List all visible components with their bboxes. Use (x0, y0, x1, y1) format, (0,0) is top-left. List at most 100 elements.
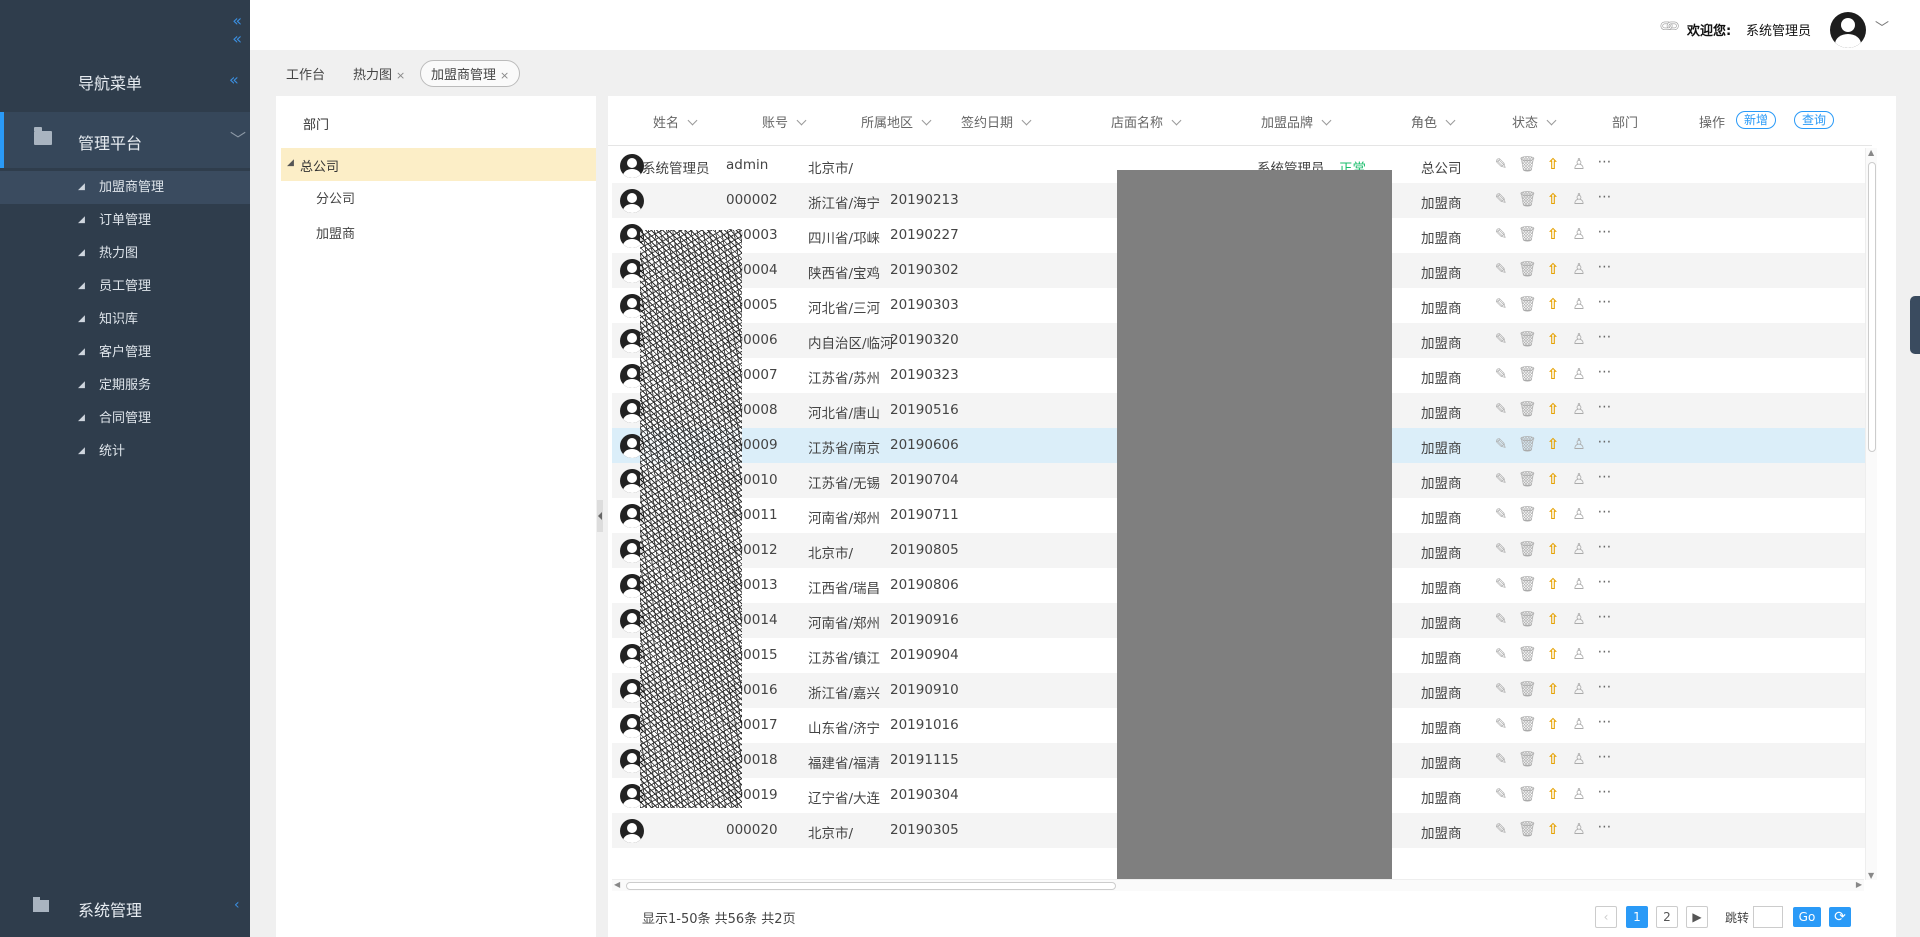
trash-icon[interactable]: 🗑︎ (1518, 330, 1537, 350)
user-icon[interactable]: ♙ (1570, 470, 1588, 490)
sidebar-item[interactable]: ◢ 定期服务 (0, 369, 250, 402)
trash-icon[interactable]: 🗑︎ (1518, 260, 1537, 280)
trash-icon[interactable]: 🗑︎ (1518, 225, 1537, 245)
user-icon[interactable]: ♙ (1570, 820, 1588, 840)
edit-icon[interactable]: ✎ (1492, 330, 1510, 350)
arrow-up-icon[interactable]: ⇧ (1544, 470, 1562, 490)
arrow-up-icon[interactable]: ⇧ (1544, 575, 1562, 595)
edit-icon[interactable]: ✎ (1492, 155, 1510, 175)
edit-icon[interactable]: ✎ (1492, 435, 1510, 455)
user-icon[interactable]: ♙ (1570, 435, 1588, 455)
page-2[interactable]: 2 (1656, 906, 1678, 928)
more-icon[interactable]: ⋯ (1596, 259, 1614, 279)
arrow-up-icon[interactable]: ⇧ (1544, 610, 1562, 630)
tree-node-branch[interactable]: 分公司 (316, 188, 355, 207)
tree-node-franchisee[interactable]: 加盟商 (316, 223, 355, 242)
more-icon[interactable]: ⋯ (1596, 189, 1614, 209)
arrow-up-icon[interactable]: ⇧ (1544, 295, 1562, 315)
panel-splitter[interactable] (597, 500, 603, 532)
edit-icon[interactable]: ✎ (1492, 295, 1510, 315)
more-icon[interactable]: ⋯ (1596, 784, 1614, 804)
edit-icon[interactable]: ✎ (1492, 645, 1510, 665)
trash-icon[interactable]: 🗑︎ (1518, 610, 1537, 630)
arrow-up-icon[interactable]: ⇧ (1544, 505, 1562, 525)
edit-icon[interactable]: ✎ (1492, 785, 1510, 805)
jump-page-input[interactable] (1753, 906, 1783, 928)
more-icon[interactable]: ⋯ (1596, 154, 1614, 174)
user-icon[interactable]: ♙ (1570, 540, 1588, 560)
add-button[interactable]: 新增 (1736, 111, 1777, 129)
arrow-up-icon[interactable]: ⇧ (1544, 260, 1562, 280)
column-header[interactable]: 签约日期 (961, 112, 1032, 131)
column-header[interactable]: 角色 (1411, 112, 1456, 131)
more-icon[interactable]: ⋯ (1596, 224, 1614, 244)
prev-page-button[interactable]: ‹ (1595, 906, 1617, 928)
edit-icon[interactable]: ✎ (1492, 505, 1510, 525)
user-icon[interactable]: ♙ (1570, 750, 1588, 770)
edit-icon[interactable]: ✎ (1492, 190, 1510, 210)
arrow-up-icon[interactable]: ⇧ (1544, 435, 1562, 455)
paperclip-icon[interactable]: 🔗︎ (1656, 13, 1682, 39)
more-icon[interactable]: ⋯ (1596, 679, 1614, 699)
arrow-up-icon[interactable]: ⇧ (1544, 750, 1562, 770)
arrow-up-icon[interactable]: ⇧ (1544, 400, 1562, 420)
more-icon[interactable]: ⋯ (1596, 294, 1614, 314)
edit-icon[interactable]: ✎ (1492, 400, 1510, 420)
arrow-up-icon[interactable]: ⇧ (1544, 330, 1562, 350)
user-icon[interactable]: ♙ (1570, 365, 1588, 385)
edit-icon[interactable]: ✎ (1492, 820, 1510, 840)
arrow-up-icon[interactable]: ⇧ (1544, 225, 1562, 245)
sidebar-item[interactable]: ◢ 知识库 (0, 303, 250, 336)
sidebar-item[interactable]: ◢ 加盟商管理 (0, 171, 250, 204)
more-icon[interactable]: ⋯ (1596, 539, 1614, 559)
next-page-button[interactable]: ▶ (1686, 906, 1708, 928)
user-icon[interactable]: ♙ (1570, 575, 1588, 595)
expand-icon[interactable]: ◢ (287, 158, 294, 168)
trash-icon[interactable]: 🗑︎ (1518, 680, 1537, 700)
trash-icon[interactable]: 🗑︎ (1518, 155, 1537, 175)
arrow-up-icon[interactable]: ⇧ (1544, 155, 1562, 175)
menu-group-system[interactable]: 系统管理 ‹ (0, 884, 250, 932)
sidebar-item[interactable]: ◢ 员工管理 (0, 270, 250, 303)
page-1[interactable]: 1 (1626, 906, 1648, 928)
trash-icon[interactable]: 🗑︎ (1518, 365, 1537, 385)
arrow-up-icon[interactable]: ⇧ (1544, 715, 1562, 735)
edit-icon[interactable]: ✎ (1492, 260, 1510, 280)
trash-icon[interactable]: 🗑︎ (1518, 820, 1537, 840)
more-icon[interactable]: ⋯ (1596, 399, 1614, 419)
edit-icon[interactable]: ✎ (1492, 680, 1510, 700)
user-icon[interactable]: ♙ (1570, 190, 1588, 210)
side-handle[interactable] (1910, 296, 1920, 354)
column-header[interactable]: 加盟品牌 (1261, 112, 1332, 131)
tab-franchisee[interactable]: 加盟商管理 × (420, 60, 521, 87)
collapse-nav-icon[interactable]: « (229, 70, 239, 89)
trash-icon[interactable]: 🗑︎ (1518, 470, 1537, 490)
arrow-up-icon[interactable]: ⇧ (1544, 680, 1562, 700)
column-header[interactable]: 所属地区 (861, 112, 932, 131)
more-icon[interactable]: ⋯ (1596, 574, 1614, 594)
scroll-left-icon[interactable]: ◀ (614, 880, 620, 889)
scroll-right-icon[interactable]: ▶ (1856, 880, 1862, 889)
query-button[interactable]: 查询 (1794, 111, 1835, 129)
tab-workbench[interactable]: 工作台 (286, 64, 325, 83)
menu-group-platform[interactable]: 管理平台 ﹀ (0, 112, 250, 168)
more-icon[interactable]: ⋯ (1596, 434, 1614, 454)
trash-icon[interactable]: 🗑︎ (1518, 750, 1537, 770)
trash-icon[interactable]: 🗑︎ (1518, 505, 1537, 525)
arrow-up-icon[interactable]: ⇧ (1544, 540, 1562, 560)
user-icon[interactable]: ♙ (1570, 225, 1588, 245)
edit-icon[interactable]: ✎ (1492, 225, 1510, 245)
trash-icon[interactable]: 🗑︎ (1518, 785, 1537, 805)
user-icon[interactable]: ♙ (1570, 785, 1588, 805)
more-icon[interactable]: ⋯ (1596, 504, 1614, 524)
tree-node-root[interactable]: ◢ 总公司 (281, 148, 596, 181)
trash-icon[interactable]: 🗑︎ (1518, 645, 1537, 665)
scrollbar-thumb[interactable] (1868, 162, 1876, 452)
arrow-up-icon[interactable]: ⇧ (1544, 365, 1562, 385)
trash-icon[interactable]: 🗑︎ (1518, 295, 1537, 315)
more-icon[interactable]: ⋯ (1596, 469, 1614, 489)
trash-icon[interactable]: 🗑︎ (1518, 190, 1537, 210)
arrow-up-icon[interactable]: ⇧ (1544, 645, 1562, 665)
edit-icon[interactable]: ✎ (1492, 365, 1510, 385)
go-button[interactable]: Go (1793, 907, 1821, 927)
